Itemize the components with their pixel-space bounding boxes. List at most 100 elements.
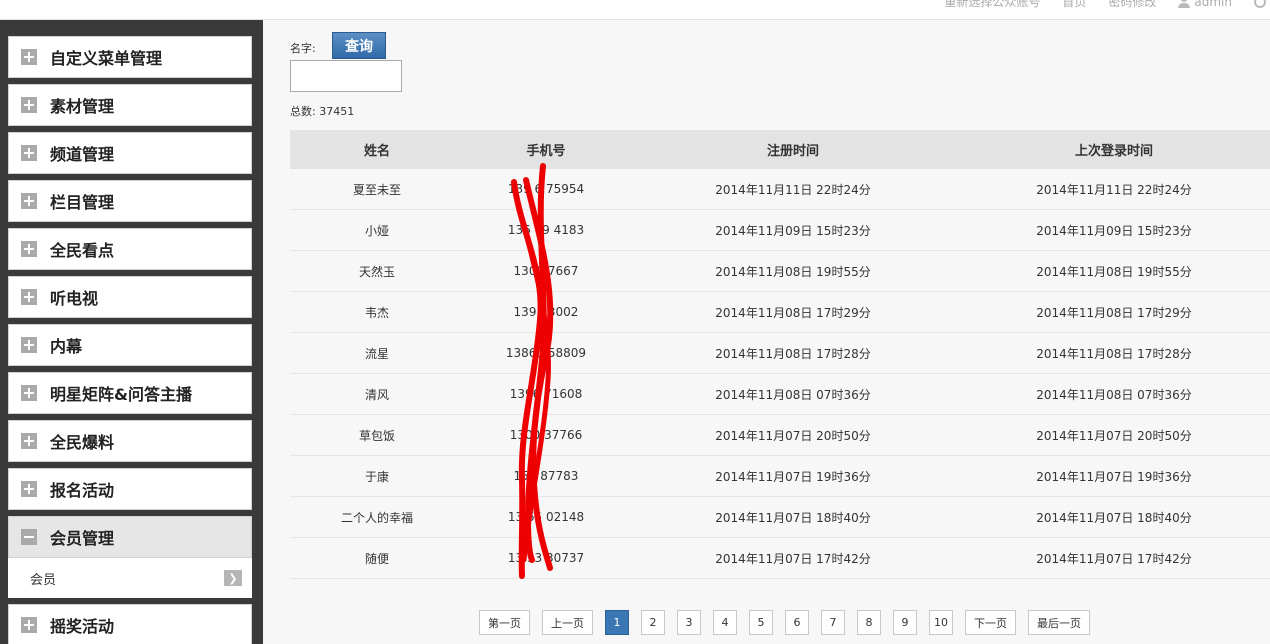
switch-account-link[interactable]: 重新选择公众账号 bbox=[944, 0, 1040, 10]
sidebar-item-label: 内幕 bbox=[50, 337, 83, 356]
cell-name: 夏至未至 bbox=[352, 182, 401, 197]
cell-name: 二个人的幸福 bbox=[340, 510, 413, 525]
cell-last-login: 2014年11月08日 19时55分 bbox=[1036, 264, 1192, 279]
plus-icon bbox=[21, 49, 37, 65]
sidebar-subitem-members[interactable]: 会员 ❯ bbox=[8, 558, 252, 598]
name-label: 名字: bbox=[290, 42, 316, 55]
minus-icon bbox=[21, 529, 37, 545]
sidebar-item-insider[interactable]: 内幕 bbox=[8, 324, 252, 366]
cell-phone: 1300 7667 bbox=[513, 264, 579, 278]
sidebar-item-label: 明星矩阵&问答主播 bbox=[50, 385, 192, 404]
sidebar-item-columns[interactable]: 栏目管理 bbox=[8, 180, 252, 222]
first-page-button[interactable]: 第一页 bbox=[479, 610, 530, 635]
sidebar-item-highlights[interactable]: 全民看点 bbox=[8, 228, 252, 270]
page-button-10[interactable]: 10 bbox=[929, 610, 953, 635]
plus-icon bbox=[21, 145, 37, 161]
sidebar-item-label: 听电视 bbox=[50, 289, 99, 308]
sidebar-item-stars-qa[interactable]: 明星矩阵&问答主播 bbox=[8, 372, 252, 414]
table-header: 姓名 手机号 注册时间 上次登录时间 bbox=[290, 130, 1270, 169]
total-label: 总数: bbox=[290, 105, 316, 118]
name-search-input[interactable] bbox=[290, 60, 402, 92]
username: admin bbox=[1194, 0, 1232, 9]
column-header-last-login: 上次登录时间 bbox=[1074, 144, 1153, 159]
table-row: 韦杰 1392 3002 2014年11月08日 17时29分 2014年11月… bbox=[290, 292, 1270, 333]
logout-icon[interactable] bbox=[1254, 0, 1266, 8]
table-row: 二个人的幸福 13 65 02148 2014年11月07日 18时40分 20… bbox=[290, 497, 1270, 538]
pagination: 第一页 上一页 1 2 3 4 5 6 7 8 9 10 下一页 最后一页 bbox=[479, 610, 1090, 635]
cell-register-time: 2014年11月09日 15时23分 bbox=[715, 223, 871, 238]
cell-phone: 136 79 4183 bbox=[507, 223, 585, 237]
cell-phone: 13 93 30737 bbox=[507, 551, 585, 565]
cell-name: 流星 bbox=[364, 346, 389, 361]
cell-last-login: 2014年11月07日 20时50分 bbox=[1036, 428, 1192, 443]
change-password-link[interactable]: 密码修改 bbox=[1108, 0, 1156, 10]
cell-register-time: 2014年11月07日 18时40分 bbox=[715, 510, 871, 525]
plus-icon bbox=[21, 481, 37, 497]
sidebar-item-label: 自定义菜单管理 bbox=[50, 49, 163, 68]
cell-name: 随便 bbox=[364, 551, 389, 566]
query-button[interactable]: 查询 bbox=[332, 32, 386, 59]
sidebar-item-label: 会员管理 bbox=[50, 529, 115, 548]
cell-name: 韦杰 bbox=[364, 305, 389, 320]
table-row: 随便 13 93 30737 2014年11月07日 17时42分 2014年1… bbox=[290, 538, 1270, 579]
cell-last-login: 2014年11月07日 19时36分 bbox=[1036, 469, 1192, 484]
page-button-3[interactable]: 3 bbox=[677, 610, 701, 635]
sidebar-item-label: 全民爆料 bbox=[50, 433, 115, 452]
sidebar-item-label: 素材管理 bbox=[50, 97, 115, 116]
top-bar: 重新选择公众账号 首页 密码修改 admin bbox=[0, 0, 1270, 20]
table-row: 小娅 136 79 4183 2014年11月09日 15时23分 2014年1… bbox=[290, 210, 1270, 251]
sidebar-item-label: 栏目管理 bbox=[50, 193, 115, 212]
table-row: 夏至未至 139 6 75954 2014年11月11日 22时24分 2014… bbox=[290, 169, 1270, 210]
cell-name: 清风 bbox=[364, 387, 389, 402]
plus-icon bbox=[21, 289, 37, 305]
sidebar-item-custom-menu[interactable]: 自定义菜单管理 bbox=[8, 36, 252, 78]
cell-name: 小娅 bbox=[364, 223, 389, 238]
user-menu[interactable]: admin bbox=[1178, 0, 1232, 9]
cell-register-time: 2014年11月08日 19时55分 bbox=[715, 264, 871, 279]
sidebar-item-tips[interactable]: 全民爆料 bbox=[8, 420, 252, 462]
page-button-5[interactable]: 5 bbox=[749, 610, 773, 635]
table-row: 流星 13861 58809 2014年11月08日 17时28分 2014年1… bbox=[290, 333, 1270, 374]
plus-icon bbox=[21, 97, 37, 113]
cell-phone: 1396 71608 bbox=[509, 387, 583, 401]
last-page-button[interactable]: 最后一页 bbox=[1028, 610, 1090, 635]
sidebar-item-label: 全民看点 bbox=[50, 241, 115, 260]
cell-last-login: 2014年11月08日 17时28分 bbox=[1036, 346, 1192, 361]
cell-register-time: 2014年11月11日 22时24分 bbox=[715, 182, 871, 197]
sidebar-item-signup-events[interactable]: 报名活动 bbox=[8, 468, 252, 510]
sidebar-item-members[interactable]: 会员管理 bbox=[8, 516, 252, 558]
cell-name: 天然玉 bbox=[358, 264, 395, 279]
page-button-9[interactable]: 9 bbox=[893, 610, 917, 635]
page-button-6[interactable]: 6 bbox=[785, 610, 809, 635]
members-table: 姓名 手机号 注册时间 上次登录时间 夏至未至 139 6 75954 2014… bbox=[290, 130, 1270, 579]
cell-name: 于康 bbox=[364, 469, 389, 484]
cell-register-time: 2014年11月08日 17时29分 bbox=[715, 305, 871, 320]
page-button-7[interactable]: 7 bbox=[821, 610, 845, 635]
table-row: 草包饭 1300 37766 2014年11月07日 20时50分 2014年1… bbox=[290, 415, 1270, 456]
table-row: 天然玉 1300 7667 2014年11月08日 19时55分 2014年11… bbox=[290, 251, 1270, 292]
sidebar-subitem-label: 会员 bbox=[30, 572, 57, 588]
page-button-8[interactable]: 8 bbox=[857, 610, 881, 635]
page-button-4[interactable]: 4 bbox=[713, 610, 737, 635]
next-page-button[interactable]: 下一页 bbox=[965, 610, 1016, 635]
plus-icon bbox=[21, 337, 37, 353]
sidebar-item-lottery[interactable]: 摇奖活动 bbox=[8, 604, 252, 644]
page-button-2[interactable]: 2 bbox=[641, 610, 665, 635]
cell-phone: 13 65 02148 bbox=[507, 510, 585, 524]
plus-icon bbox=[21, 617, 37, 633]
column-header-name: 姓名 bbox=[363, 144, 390, 159]
prev-page-button[interactable]: 上一页 bbox=[542, 610, 593, 635]
sidebar: 自定义菜单管理 素材管理 频道管理 栏目管理 全民看点 听电视 内幕 明星矩阵&… bbox=[0, 20, 263, 644]
cell-last-login: 2014年11月11日 22时24分 bbox=[1036, 182, 1192, 197]
sidebar-item-listen-tv[interactable]: 听电视 bbox=[8, 276, 252, 318]
cell-register-time: 2014年11月07日 19时36分 bbox=[715, 469, 871, 484]
cell-phone: 139 6 75954 bbox=[507, 182, 585, 196]
top-links: 重新选择公众账号 首页 密码修改 admin bbox=[944, 0, 1270, 10]
cell-register-time: 2014年11月07日 20时50分 bbox=[715, 428, 871, 443]
plus-icon bbox=[21, 241, 37, 257]
sidebar-item-channels[interactable]: 频道管理 bbox=[8, 132, 252, 174]
page-button-1[interactable]: 1 bbox=[605, 610, 629, 635]
table-row: 于康 153 87783 2014年11月07日 19时36分 2014年11月… bbox=[290, 456, 1270, 497]
home-link[interactable]: 首页 bbox=[1062, 0, 1086, 10]
sidebar-item-materials[interactable]: 素材管理 bbox=[8, 84, 252, 126]
